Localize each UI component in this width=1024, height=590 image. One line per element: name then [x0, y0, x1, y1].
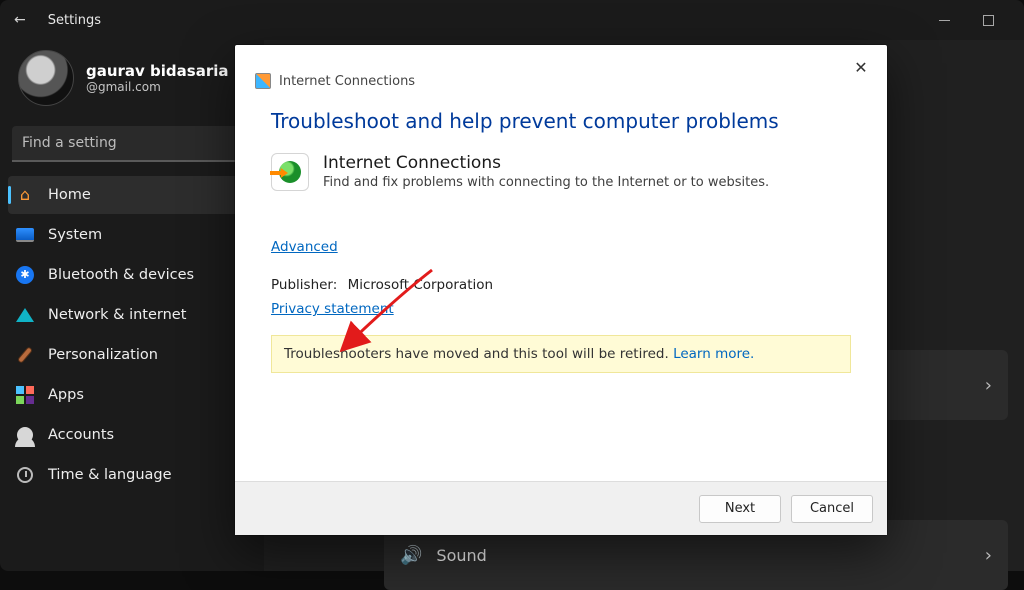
publisher-row: Publisher: Microsoft Corporation: [271, 277, 851, 293]
nav-label: Personalization: [48, 347, 158, 363]
nav-label: Apps: [48, 387, 84, 403]
chevron-right-icon: ›: [985, 545, 992, 566]
apps-icon: [16, 386, 34, 404]
cancel-button[interactable]: Cancel: [791, 495, 873, 523]
dialog-heading: Troubleshoot and help prevent computer p…: [271, 109, 851, 133]
publisher-label: Publisher:: [271, 277, 337, 293]
search-placeholder: Find a setting: [22, 135, 117, 151]
chevron-right-icon: ›: [985, 375, 992, 396]
dialog-footer: Next Cancel: [235, 481, 887, 535]
nav-item-bluetooth[interactable]: ✱ Bluetooth & devices: [8, 256, 256, 294]
sidebar: gaurav bidasaria @gmail.com Find a setti…: [0, 40, 264, 571]
window-minimize-button[interactable]: [922, 5, 966, 35]
nav-item-accounts[interactable]: Accounts: [8, 416, 256, 454]
nav-label: System: [48, 227, 102, 243]
titlebar: ← Settings: [0, 0, 1024, 40]
speaker-icon: 🔊: [400, 545, 422, 566]
next-button[interactable]: Next: [699, 495, 781, 523]
nav-item-personalization[interactable]: Personalization: [8, 336, 256, 374]
row-label: Sound: [436, 546, 486, 565]
notice-text: Troubleshooters have moved and this tool…: [284, 346, 673, 362]
retirement-notice: Troubleshooters have moved and this tool…: [271, 335, 851, 373]
dialog-breadcrumb: Internet Connections: [235, 45, 887, 89]
bluetooth-icon: ✱: [16, 266, 34, 284]
profile-name: gaurav bidasaria: [86, 62, 229, 80]
nav-label: Accounts: [48, 427, 114, 443]
clock-icon: [16, 466, 34, 484]
internet-connections-icon: [271, 153, 309, 191]
system-icon: [16, 226, 34, 244]
nav-label: Home: [48, 187, 91, 203]
window-maximize-button[interactable]: [966, 5, 1010, 35]
learn-more-link[interactable]: Learn more.: [673, 346, 754, 362]
nav-item-network[interactable]: Network & internet: [8, 296, 256, 334]
nav-label: Time & language: [48, 467, 172, 483]
troubleshooter-dialog: ✕ Internet Connections Troubleshoot and …: [235, 45, 887, 535]
nav-list: ⌂ Home System ✱ Bluetooth & devices Netw…: [0, 176, 264, 494]
breadcrumb-text: Internet Connections: [279, 74, 415, 89]
advanced-link[interactable]: Advanced: [271, 239, 338, 255]
search-input[interactable]: Find a setting: [12, 126, 252, 162]
troubleshooter-item-title: Internet Connections: [323, 153, 769, 173]
avatar: [18, 50, 74, 106]
close-icon: ✕: [854, 58, 867, 77]
home-icon: ⌂: [16, 186, 34, 204]
troubleshooter-item: Internet Connections Find and fix proble…: [271, 153, 851, 191]
wifi-icon: [16, 306, 34, 324]
accounts-icon: [16, 426, 34, 444]
publisher-value: Microsoft Corporation: [348, 277, 493, 293]
maximize-icon: [983, 15, 994, 26]
nav-item-home[interactable]: ⌂ Home: [8, 176, 256, 214]
nav-item-system[interactable]: System: [8, 216, 256, 254]
profile-email: @gmail.com: [86, 80, 229, 94]
brush-icon: [16, 346, 34, 364]
window-title: Settings: [48, 13, 101, 28]
nav-item-time[interactable]: Time & language: [8, 456, 256, 494]
troubleshooter-icon: [255, 73, 271, 89]
minimize-icon: [939, 20, 950, 21]
nav-label: Network & internet: [48, 307, 186, 323]
nav-label: Bluetooth & devices: [48, 267, 194, 283]
privacy-link[interactable]: Privacy statement: [271, 301, 394, 317]
dialog-close-button[interactable]: ✕: [845, 53, 877, 81]
back-icon[interactable]: ←: [14, 12, 26, 28]
nav-item-apps[interactable]: Apps: [8, 376, 256, 414]
profile-block[interactable]: gaurav bidasaria @gmail.com: [0, 46, 264, 122]
troubleshooter-item-desc: Find and fix problems with connecting to…: [323, 175, 769, 190]
